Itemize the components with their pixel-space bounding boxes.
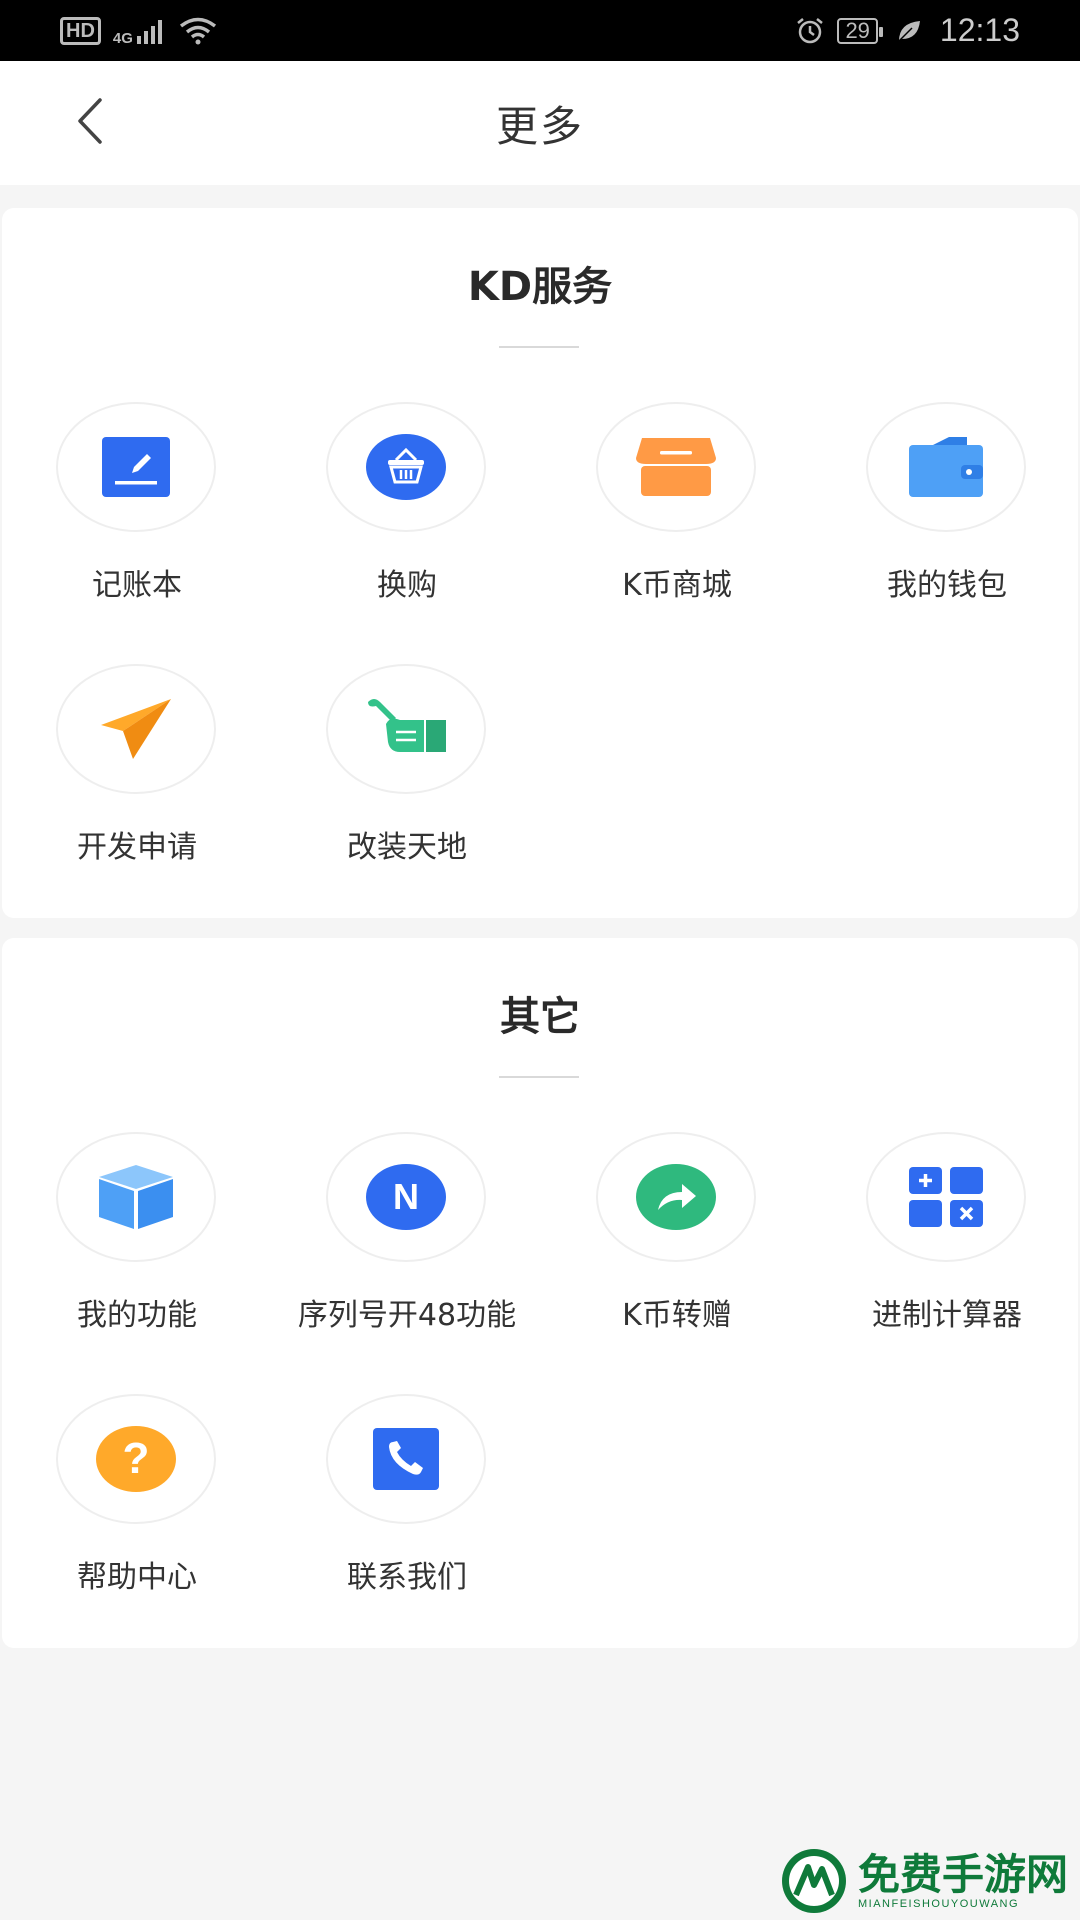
icon-circle — [56, 1132, 216, 1262]
hd-indicator: HD — [60, 16, 101, 45]
icon-circle — [326, 664, 486, 794]
watermark-text: 免费手游网 MIANFEISHOUYOUWANG — [858, 1850, 1069, 1911]
chevron-left-icon — [78, 98, 102, 144]
icon-circle — [866, 402, 1026, 532]
section-divider — [499, 1076, 579, 1078]
grid-item-label: 我的功能 — [77, 1298, 197, 1333]
other-card: 其它 我的功能 N 序列号开48功能 K币转赠 进制计算器 ? 帮助中心 联系我… — [2, 938, 1078, 1648]
icon-circle — [326, 1394, 486, 1524]
watermark-cn: 免费手游网 — [858, 1850, 1069, 1899]
grid-item-label: 记账本 — [92, 568, 182, 603]
kd-services-card: KD服务 记账本 换购 K币商城 我的钱包 开发申请 改装天地 — [2, 208, 1078, 918]
grid-item-base-calculator[interactable]: 进制计算器 — [812, 1132, 1080, 1362]
grid-item-label: 我的钱包 — [887, 568, 1007, 603]
network-type: 4G — [112, 30, 133, 47]
grid-item-exchange[interactable]: 换购 — [272, 402, 542, 632]
navigation-header: 更多 — [0, 61, 1080, 185]
icon-circle: ? — [56, 1394, 216, 1524]
grid-item-wallet[interactable]: 我的钱包 — [812, 402, 1080, 632]
grid-item-label: K币转赠 — [622, 1298, 732, 1333]
question-icon: ? — [96, 1426, 176, 1492]
alarm-icon — [797, 17, 824, 43]
leaf-icon — [898, 20, 920, 42]
grid-item-contact-us[interactable]: 联系我们 — [272, 1394, 542, 1624]
page-title: 更多 — [495, 101, 584, 151]
wifi-icon — [179, 17, 216, 44]
watermark-logo-icon — [782, 1849, 846, 1913]
grid-item-label: 换购 — [377, 568, 437, 603]
section-divider — [499, 346, 579, 348]
wrench-hand-icon — [368, 699, 446, 752]
clock: 12:13 — [939, 12, 1020, 48]
grid-item-label: 序列号开48功能 — [297, 1298, 517, 1333]
status-left: HD 4G — [60, 14, 217, 47]
status-bar: HD 4G 29 12:13 — [0, 0, 1080, 61]
shop-icon — [636, 438, 716, 496]
phone-icon — [373, 1428, 439, 1490]
battery-icon: 29 — [837, 17, 884, 44]
icon-circle — [596, 1132, 756, 1262]
watermark-en: MIANFEISHOUYOUWANG — [858, 1898, 1020, 1910]
grid-item-label: K币商城 — [622, 568, 732, 603]
section-title: KD服务 — [467, 264, 613, 310]
grid-item-kcoin-mall[interactable]: K币商城 — [542, 402, 812, 632]
grid-item-label: 帮助中心 — [77, 1560, 197, 1595]
basket-icon — [366, 434, 446, 500]
grid-item-kcoin-transfer[interactable]: K币转赠 — [542, 1132, 812, 1362]
signal-icon — [136, 19, 162, 44]
share-icon — [636, 1164, 716, 1230]
calculator-icon — [909, 1167, 983, 1227]
paper-plane-icon — [101, 699, 171, 759]
grid-item-serial-48[interactable]: N 序列号开48功能 — [272, 1132, 542, 1362]
status-right: 29 12:13 — [795, 12, 1020, 49]
grid-item-label: 联系我们 — [347, 1560, 467, 1595]
grid-item-label: 进制计算器 — [872, 1298, 1022, 1333]
section-title: 其它 — [500, 994, 580, 1040]
grid-item-label: 改装天地 — [347, 830, 467, 865]
back-button[interactable] — [60, 91, 120, 151]
icon-circle — [866, 1132, 1026, 1262]
grid-item-ledger[interactable]: 记账本 — [2, 402, 272, 632]
grid-item-label: 开发申请 — [77, 830, 197, 865]
grid-item-help-center[interactable]: ? 帮助中心 — [2, 1394, 272, 1624]
cube-icon — [99, 1165, 173, 1229]
icon-circle — [56, 664, 216, 794]
edit-icon — [102, 437, 170, 497]
grid-item-my-functions[interactable]: 我的功能 — [2, 1132, 272, 1362]
icon-circle: N — [326, 1132, 486, 1262]
icon-circle — [56, 402, 216, 532]
icon-circle — [596, 402, 756, 532]
wallet-icon — [909, 437, 983, 497]
grid-item-dev-apply[interactable]: 开发申请 — [2, 664, 272, 894]
watermark: 免费手游网 MIANFEISHOUYOUWANG — [780, 1842, 1080, 1920]
grid-item-modification[interactable]: 改装天地 — [272, 664, 542, 894]
icon-circle — [326, 402, 486, 532]
n-badge-icon: N — [366, 1164, 446, 1230]
